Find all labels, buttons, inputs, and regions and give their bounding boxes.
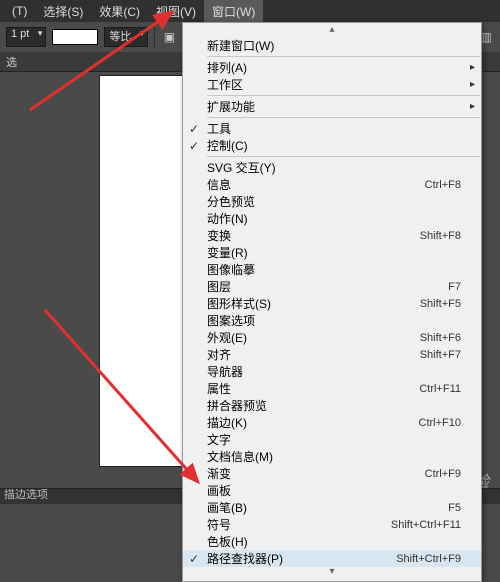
menu-item-shortcut: Ctrl+F11 [419, 383, 461, 395]
menu-item-label: 路径查找器(P) [207, 550, 376, 567]
menu-item-label: 属性 [207, 380, 399, 397]
menu-separator [207, 95, 480, 96]
menu-item[interactable]: 导航器 [183, 363, 481, 380]
menu-item-label: 对齐 [207, 346, 400, 363]
menu-item[interactable]: 图形样式(S) Shift+F5 [183, 295, 481, 312]
menu-separator [207, 56, 480, 57]
menu-item-shortcut: Shift+F7 [420, 349, 461, 361]
menu-item[interactable]: 变量(R) [183, 244, 481, 261]
point-size-select[interactable]: 1 pt [6, 27, 46, 47]
menu-item-label: 动作(N) [207, 210, 461, 227]
menu-item-label: 外观(E) [207, 329, 400, 346]
menu-item-label: 排列(A) [207, 59, 461, 76]
menu-item[interactable]: 图层 F7 [183, 278, 481, 295]
check-icon: ✓ [189, 552, 199, 566]
menu-item[interactable]: 对齐 Shift+F7 [183, 346, 481, 363]
menu-item[interactable]: 渐变 Ctrl+F9 [183, 465, 481, 482]
menu-window[interactable]: 窗口(W) [204, 0, 263, 23]
menu-item[interactable]: 分色预览 [183, 193, 481, 210]
menu-item-label: 变换 [207, 227, 400, 244]
menu-item-label: 画板 [207, 482, 461, 499]
menu-select[interactable]: 选择(S) [35, 0, 91, 23]
menu-effect[interactable]: 效果(C) [91, 0, 148, 23]
bottom-label: 描边选项 [4, 486, 48, 502]
menu-item[interactable]: 符号 Shift+Ctrl+F11 [183, 516, 481, 533]
menu-item-label: 导航器 [207, 363, 461, 380]
menu-item[interactable]: 文字 [183, 431, 481, 448]
menu-item-label: 工作区 [207, 76, 461, 93]
menu-item-shortcut: Shift+Ctrl+F11 [391, 519, 461, 531]
menu-item-label: 描边(K) [207, 414, 399, 431]
menu-separator [207, 156, 480, 157]
menu-item-label: 图形样式(S) [207, 295, 400, 312]
menu-item-label: 画笔(B) [207, 499, 428, 516]
divider [154, 27, 155, 47]
menu-item[interactable]: 扩展功能 ▸ [183, 98, 481, 115]
menu-item[interactable]: 画板 [183, 482, 481, 499]
menu-item-shortcut: Shift+F6 [420, 332, 461, 344]
menu-view[interactable]: 视图(V) [148, 0, 204, 23]
menu-item[interactable]: 描边(K) Ctrl+F10 [183, 414, 481, 431]
menu-item[interactable]: 色板(H) [183, 533, 481, 550]
menu-item-label: 文字 [207, 431, 461, 448]
menu-item-label: 图层 [207, 278, 428, 295]
ratio-select[interactable]: 等比 [104, 27, 148, 47]
menu-item-label: 色板(H) [207, 533, 461, 550]
menu-item[interactable]: ✓ 工具 [183, 120, 481, 137]
menu-item[interactable]: 工作区 ▸ [183, 76, 481, 93]
menu-item[interactable]: 变换 Shift+F8 [183, 227, 481, 244]
stroke-preview[interactable] [52, 29, 98, 45]
tab-label: 选 [6, 54, 17, 70]
menu-item-shortcut: F7 [448, 281, 461, 293]
menu-item-label: 渐变 [207, 465, 405, 482]
window-menu-dropdown: ▴ 新建窗口(W) 排列(A) ▸ 工作区 ▸ 扩展功能 ▸ ✓ 工具 ✓ 控制(C) SVG 交互(… [182, 22, 482, 582]
menu-item-label: 信息 [207, 176, 405, 193]
menu-item-label: 图案选项 [207, 312, 461, 329]
menu-item[interactable]: 拼合器预览 [183, 397, 481, 414]
menu-item-label: 分色预览 [207, 193, 461, 210]
menu-item[interactable]: 图像临摹 [183, 261, 481, 278]
menu-item-shortcut: F5 [448, 502, 461, 514]
menu-item[interactable]: 新建窗口(W) [183, 37, 481, 54]
menu-item-label: 变量(R) [207, 244, 461, 261]
menu-item-label: 文档信息(M) [207, 448, 461, 465]
menu-item-label: 图像临摹 [207, 261, 461, 278]
menu-item-shortcut: Shift+Ctrl+F9 [396, 553, 461, 565]
opacity-icon: ▣ [161, 29, 177, 45]
check-icon: ✓ [189, 122, 199, 136]
menu-item[interactable]: ✓ 控制(C) [183, 137, 481, 154]
menu-item-shortcut: Ctrl+F9 [425, 468, 461, 480]
menu-item[interactable]: SVG 交互(Y) [183, 159, 481, 176]
submenu-arrow-icon: ▸ [470, 101, 475, 112]
menu-item-shortcut: Ctrl+F10 [419, 417, 462, 429]
menu-item-label: 控制(C) [207, 137, 461, 154]
menu-item-label: 工具 [207, 120, 461, 137]
menu-separator [207, 117, 480, 118]
menu-item-label: 拼合器预览 [207, 397, 461, 414]
menu-item-shortcut: Shift+F5 [420, 298, 461, 310]
menu-item-label: 新建窗口(W) [207, 37, 461, 54]
menubar: (T) 选择(S) 效果(C) 视图(V) 窗口(W) [0, 0, 500, 22]
menu-item[interactable]: 图案选项 [183, 312, 481, 329]
menu-item[interactable]: 排列(A) ▸ [183, 59, 481, 76]
menu-item[interactable]: 文档信息(M) [183, 448, 481, 465]
menu-t[interactable]: (T) [4, 1, 35, 21]
menu-item[interactable]: 外观(E) Shift+F6 [183, 329, 481, 346]
scroll-up-arrow[interactable]: ▴ [183, 25, 481, 37]
menu-item-label: 扩展功能 [207, 98, 461, 115]
submenu-arrow-icon: ▸ [470, 79, 475, 90]
menu-item[interactable]: 画笔(B) F5 [183, 499, 481, 516]
menu-item-shortcut: Shift+F8 [420, 230, 461, 242]
menu-item-shortcut: Ctrl+F8 [425, 179, 461, 191]
menu-item[interactable]: ✓ 路径查找器(P) Shift+Ctrl+F9 [183, 550, 481, 567]
menu-item-label: SVG 交互(Y) [207, 159, 461, 176]
menu-item[interactable]: 信息 Ctrl+F8 [183, 176, 481, 193]
menu-item[interactable]: 属性 Ctrl+F11 [183, 380, 481, 397]
check-icon: ✓ [189, 139, 199, 153]
menu-item-label: 符号 [207, 516, 371, 533]
submenu-arrow-icon: ▸ [470, 62, 475, 73]
scroll-down-arrow[interactable]: ▾ [183, 567, 481, 579]
menu-item[interactable]: 动作(N) [183, 210, 481, 227]
